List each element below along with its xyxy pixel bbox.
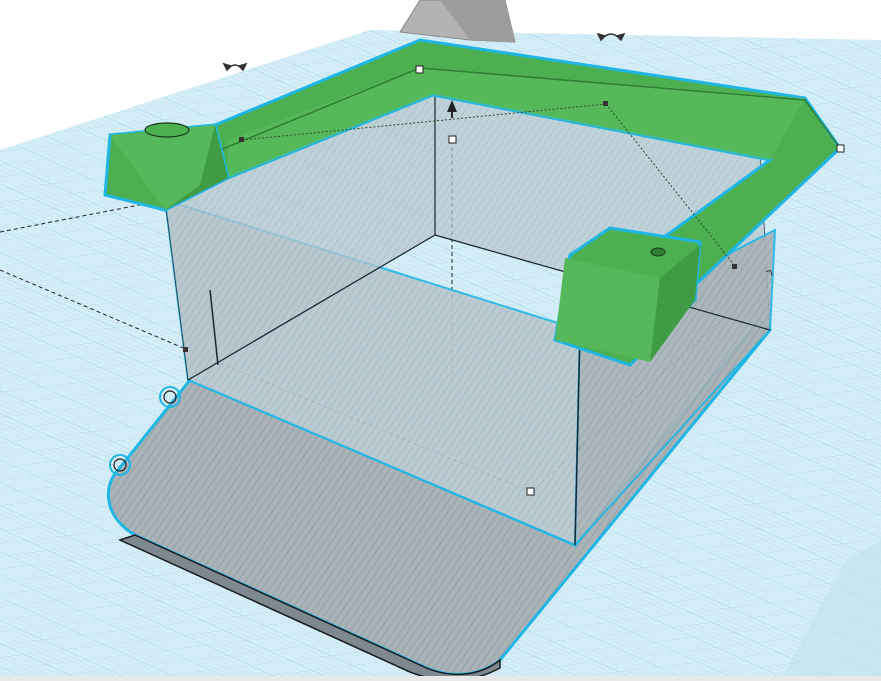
midpoint-handle[interactable]	[732, 264, 737, 269]
viewport-bottom-border	[0, 676, 881, 681]
scale-handle[interactable]	[415, 65, 424, 74]
workplane-scene[interactable]	[0, 0, 881, 681]
scale-handle[interactable]	[448, 135, 457, 144]
scale-handle[interactable]	[836, 144, 845, 153]
midpoint-handle[interactable]	[183, 347, 188, 352]
scale-handle[interactable]	[526, 487, 535, 496]
rotate-arrow-icon[interactable]	[222, 62, 248, 72]
3d-viewport[interactable]	[0, 0, 881, 681]
midpoint-handle[interactable]	[239, 137, 244, 142]
midpoint-handle[interactable]	[603, 101, 608, 106]
